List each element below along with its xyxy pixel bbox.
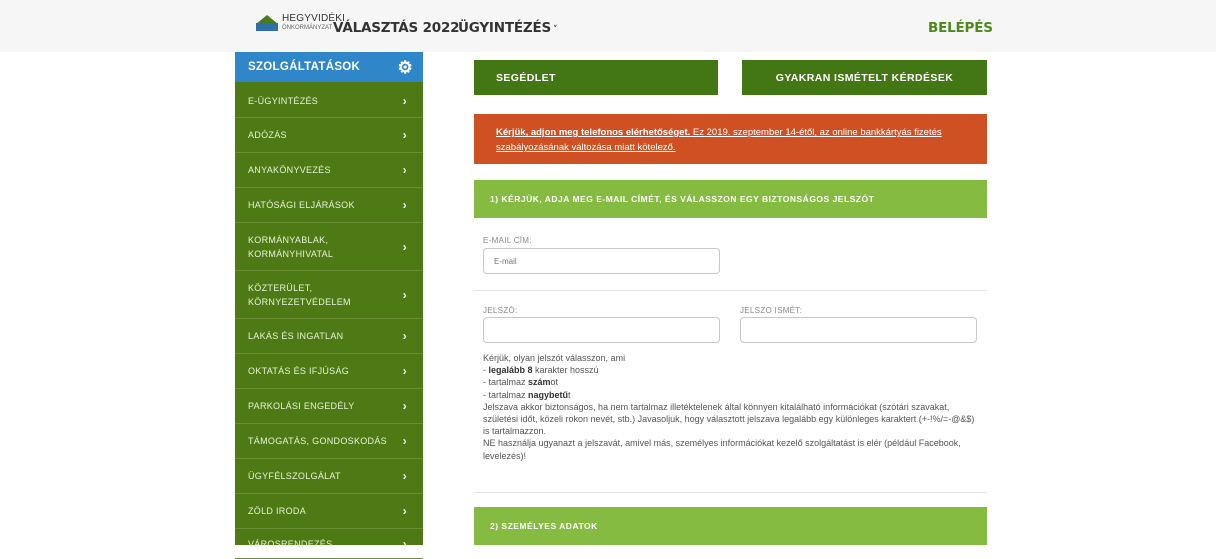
top-navigation-bar: HEGYVIDÉKI ÖNKORMÁNYZAT VÁLASZTÁS 2022 Ü… xyxy=(0,0,1216,52)
chevron-right-icon: › xyxy=(402,128,407,142)
help-rule-uppercase: - tartalmaz nagybetűt xyxy=(483,389,571,400)
chevron-right-icon: › xyxy=(402,399,407,413)
form-divider xyxy=(474,290,987,291)
help-paragraph-security: Jelszava akkor biztonságos, ha nem tarta… xyxy=(483,401,975,437)
hegyvidek-logo[interactable]: HEGYVIDÉKI ÖNKORMÁNYZAT xyxy=(256,14,345,31)
sidebar-header: SZOLGÁLTATÁSOK ⚙ xyxy=(235,52,423,82)
sidebar-item-label: LAKÁS ÉS INGATLAN xyxy=(248,331,344,341)
email-label: E-MAIL CÍM: xyxy=(483,236,532,245)
nav-valasztas-2022[interactable]: VÁLASZTÁS 2022 xyxy=(333,20,460,36)
sidebar-item[interactable]: KÖZTERÜLET, KÖRNYEZETVÉDELEM › xyxy=(235,271,423,319)
password-help-text: Kérjük, olyan jelszót válasszon, ami - l… xyxy=(483,352,978,462)
chevron-right-icon: › xyxy=(402,504,407,518)
help-rule-number: - tartalmaz számot xyxy=(483,377,559,388)
sidebar-item-label: OKTATÁS ÉS IFJÚSÁG xyxy=(248,366,350,376)
form-divider-2 xyxy=(474,492,987,493)
sidebar-item[interactable]: VÁROSRENDEZÉS › xyxy=(235,529,423,559)
chevron-right-icon: › xyxy=(402,434,407,448)
sidebar-item-label: KORMÁNYABLAK, KORMÁNYHIVATAL xyxy=(248,234,334,259)
chevron-right-icon: › xyxy=(402,536,407,551)
section1-header: 1) KÉRJÜK, ADJA MEG E-MAIL CÍMÉT, ÉS VÁL… xyxy=(474,180,987,218)
sidebar-item-label: VÁROSRENDEZÉS xyxy=(248,538,333,549)
chevron-right-icon: › xyxy=(402,469,407,483)
nav-ugyintezes-label: ÜGYINTÉZÉS xyxy=(458,20,552,36)
chevron-down-icon: ˅ xyxy=(553,25,558,35)
sidebar-item-label: HATÓSÁGI ELJÁRÁSOK xyxy=(248,200,355,210)
faq-button[interactable]: GYAKRAN ISMÉTELT KÉRDÉSEK xyxy=(742,60,987,95)
chevron-right-icon: › xyxy=(402,287,407,302)
sidebar-item[interactable]: E-ÜGYINTÉZÉS › xyxy=(235,84,423,118)
section2-header: 2) SZEMÉLYES ADATOK xyxy=(474,507,987,545)
password-repeat-input[interactable] xyxy=(740,317,977,343)
sidebar-item[interactable]: OKTATÁS ÉS IFJÚSÁG › xyxy=(235,354,423,389)
gears-icon: ⚙ xyxy=(397,57,413,77)
section1-title: 1) KÉRJÜK, ADJA MEG E-MAIL CÍMÉT, ÉS VÁL… xyxy=(490,194,875,204)
help-intro: Kérjük, olyan jelszót válasszon, ami xyxy=(483,353,626,363)
chevron-right-icon: › xyxy=(402,198,407,212)
password-repeat-label: JELSZO ISMÉT: xyxy=(740,306,803,315)
sidebar-item[interactable]: ZÖLD IRODA › xyxy=(235,494,423,529)
sidebar-item[interactable]: KORMÁNYABLAK, KORMÁNYHIVATAL › xyxy=(235,223,423,271)
sidebar-item-label: TÁMOGATÁS, GONDOSKODÁS xyxy=(248,436,387,446)
segedlet-button[interactable]: SEGÉDLET xyxy=(474,60,718,95)
sidebar-item[interactable]: HATÓSÁGI ELJÁRÁSOK › xyxy=(235,188,423,223)
sidebar-item-label: KÖZTERÜLET, KÖRNYEZETVÉDELEM xyxy=(248,282,351,307)
sidebar-item-label: ZÖLD IRODA xyxy=(248,506,307,516)
sidebar-item[interactable]: TÁMOGATÁS, GONDOSKODÁS › xyxy=(235,424,423,459)
sidebar-item-label: E-ÜGYINTÉZÉS xyxy=(248,95,319,106)
logo-mark-icon xyxy=(256,14,278,31)
sidebar-item-label: ANYAKÖNYVEZÉS xyxy=(248,165,331,175)
sidebar-item[interactable]: ÜGYFÉLSZOLGÁLAT › xyxy=(235,459,423,494)
phone-required-alert: Kérjük, adjon meg telefonos elérhetősége… xyxy=(474,114,987,164)
nav-ugyintezes-dropdown[interactable]: ÜGYINTÉZÉS ˅ xyxy=(458,20,558,36)
sidebar-item-label: ADÓZÁS xyxy=(248,130,287,140)
alert-link-bold[interactable]: Kérjük, adjon meg telefonos elérhetősége… xyxy=(496,127,690,138)
password-input[interactable] xyxy=(483,317,720,343)
chevron-right-icon: › xyxy=(402,93,407,108)
sidebar-item-label: PARKOLÁSI ENGEDÉLY xyxy=(248,401,355,411)
section2-title: 2) SZEMÉLYES ADATOK xyxy=(490,521,598,531)
sidebar-item[interactable]: LAKÁS ÉS INGATLAN › xyxy=(235,319,423,354)
help-rule-length: - legalább 8 karakter hosszú xyxy=(483,365,599,376)
chevron-right-icon: › xyxy=(402,239,407,254)
email-input[interactable] xyxy=(483,248,720,274)
chevron-right-icon: › xyxy=(402,329,407,343)
sidebar-item[interactable]: ANYAKÖNYVEZÉS › xyxy=(235,153,423,188)
sidebar-item[interactable]: PARKOLÁSI ENGEDÉLY › xyxy=(235,389,423,424)
chevron-right-icon: › xyxy=(402,364,407,378)
password-label: JELSZÓ: xyxy=(483,306,518,315)
sidebar-item[interactable]: ADÓZÁS › xyxy=(235,118,423,153)
sidebar-title: SZOLGÁLTATÁSOK xyxy=(248,61,361,73)
chevron-right-icon: › xyxy=(402,163,407,177)
help-paragraph-reuse: NE használja ugyanazt a jelszavát, amive… xyxy=(483,438,961,461)
login-link[interactable]: BELÉPÉS xyxy=(928,20,993,36)
sidebar-item-label: ÜGYFÉLSZOLGÁLAT xyxy=(248,471,341,481)
